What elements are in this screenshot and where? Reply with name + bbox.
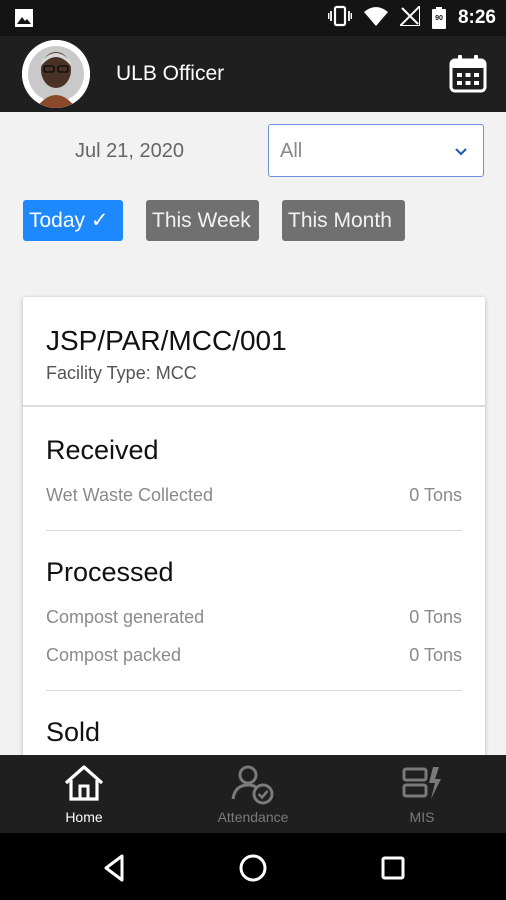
mis-icon bbox=[401, 763, 443, 808]
no-signal-icon bbox=[397, 3, 421, 31]
app-title: ULB Officer bbox=[116, 62, 225, 85]
nav-home-label: Home bbox=[65, 809, 103, 825]
home-icon bbox=[62, 763, 106, 808]
vibrate-icon bbox=[327, 5, 353, 32]
section-sold-title: Sold bbox=[46, 717, 101, 747]
facility-card[interactable]: JSP/PAR/MCC/001 Facility Type: MCC Recei… bbox=[23, 297, 485, 767]
divider bbox=[46, 530, 462, 531]
row-compost-packed-label: Compost packed bbox=[46, 645, 182, 665]
image-icon bbox=[14, 8, 34, 33]
row-wet-waste-value: 0 Tons bbox=[409, 485, 462, 505]
divider bbox=[46, 690, 462, 691]
battery-level: 90 bbox=[435, 15, 443, 22]
facility-filter-select[interactable]: All bbox=[268, 124, 484, 177]
chip-this-month[interactable]: This Month bbox=[282, 200, 405, 241]
nav-mis[interactable]: MIS bbox=[338, 755, 506, 833]
nav-attendance-label: Attendance bbox=[217, 809, 289, 825]
chip-this-week[interactable]: This Week bbox=[146, 200, 259, 241]
filter-select-value: All bbox=[280, 140, 303, 162]
facility-code: JSP/PAR/MCC/001 bbox=[46, 325, 287, 356]
system-navigation-bar bbox=[0, 833, 506, 900]
user-avatar[interactable] bbox=[22, 40, 90, 108]
clock-time: 8:26 bbox=[457, 7, 496, 28]
battery-icon: 90 bbox=[431, 7, 446, 29]
row-compost-packed-value: 0 Tons bbox=[409, 645, 462, 665]
facility-card-header: JSP/PAR/MCC/001 Facility Type: MCC bbox=[23, 297, 485, 407]
selected-date[interactable]: Jul 21, 2020 bbox=[75, 140, 184, 163]
recents-icon[interactable] bbox=[376, 851, 410, 885]
section-processed-title: Processed bbox=[46, 557, 174, 587]
nav-mis-label: MIS bbox=[409, 809, 435, 825]
nav-attendance[interactable]: Attendance bbox=[169, 755, 337, 833]
row-compost-generated-label: Compost generated bbox=[46, 607, 205, 627]
row-wet-waste-label: Wet Waste Collected bbox=[46, 485, 214, 505]
bottom-navigation: Home Attendance MIS bbox=[0, 755, 506, 833]
back-icon[interactable] bbox=[98, 851, 132, 885]
section-received-title: Received bbox=[46, 435, 159, 465]
home-circle-icon[interactable] bbox=[236, 851, 270, 885]
chevron-down-icon bbox=[453, 143, 469, 164]
facility-type: Facility Type: MCC bbox=[46, 363, 197, 383]
calendar-icon[interactable] bbox=[448, 54, 488, 94]
nav-home[interactable]: Home bbox=[0, 755, 168, 833]
attendance-icon bbox=[230, 763, 276, 810]
chip-today[interactable]: Today ✓ bbox=[23, 200, 123, 241]
row-compost-generated-value: 0 Tons bbox=[409, 607, 462, 627]
wifi-icon bbox=[363, 6, 388, 31]
status-bar: 90 8:26 bbox=[0, 0, 506, 36]
app-bar: ULB Officer bbox=[0, 36, 506, 112]
